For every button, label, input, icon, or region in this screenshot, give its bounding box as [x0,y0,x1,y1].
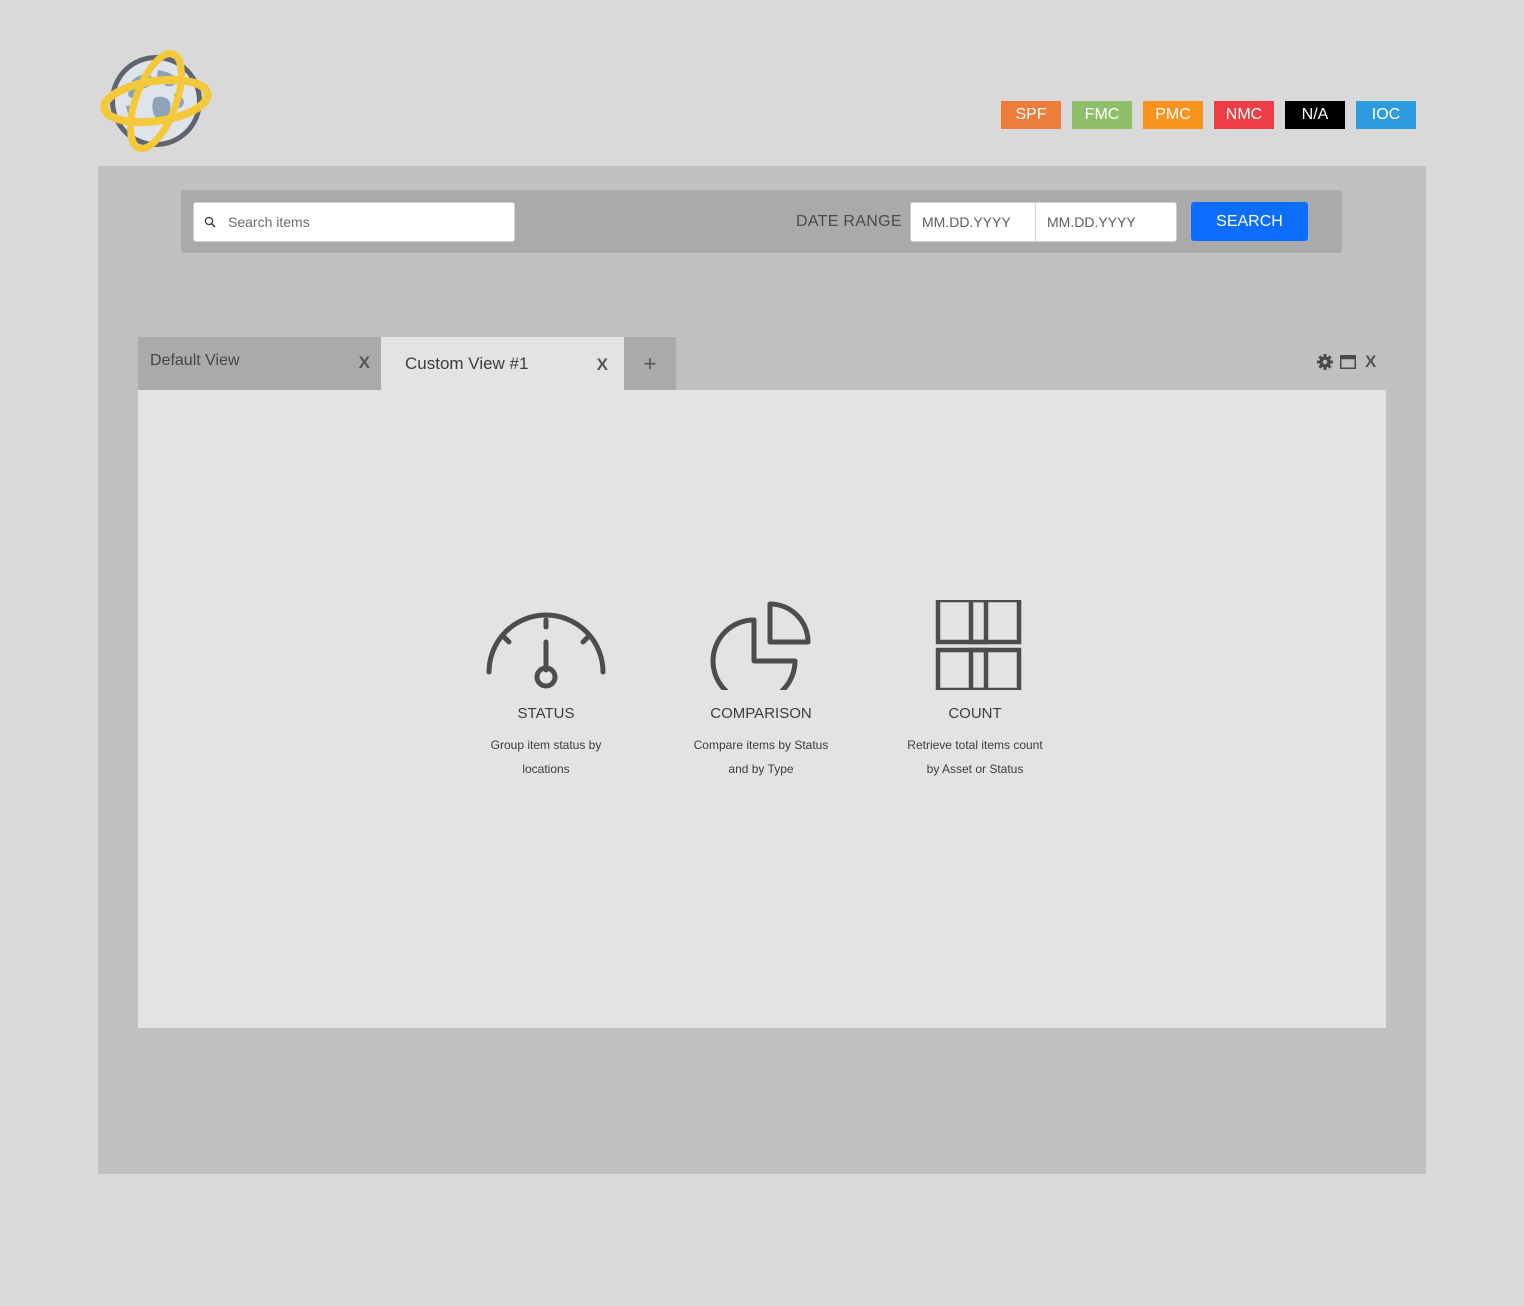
search-bar: DATE RANGE SEARCH [181,190,1342,253]
tab-close-button[interactable]: X [597,355,608,375]
search-button[interactable]: SEARCH [1191,202,1308,241]
widget-description: Compare items by Status and by Type [693,738,829,776]
widget-description: Retrieve total items count by Asset or S… [907,738,1043,776]
add-tab-button[interactable]: + [624,337,676,390]
gear-icon[interactable] [1317,354,1333,370]
date-range-label: DATE RANGE [796,213,902,230]
close-window-button[interactable]: X [1365,352,1376,372]
tab-label: Default View [150,352,240,369]
legend-chip-na: N/A [1285,101,1345,129]
view-tabs: Default View X Custom View #1 X + [138,337,676,390]
date-to-input[interactable] [1036,203,1174,241]
globe-logo [100,48,212,154]
legend-chip-spf: SPF [1001,101,1061,129]
view-content: STATUS Group item status by locations CO… [138,390,1386,1028]
widget-description: Group item status by locations [490,738,602,776]
window-controls: X [1317,352,1376,372]
legend-chip-pmc: PMC [1143,101,1203,129]
widget-status[interactable]: STATUS Group item status by locations [466,600,626,781]
date-from-input[interactable] [911,203,1036,241]
tab-close-button[interactable]: X [359,353,370,373]
date-range-inputs [910,202,1177,242]
status-legend: SPF FMC PMC NMC N/A IOC [1001,101,1416,129]
widget-title: STATUS [517,705,575,722]
widget-comparison[interactable]: COMPARISON Compare items by Status and b… [681,600,841,781]
legend-chip-fmc: FMC [1072,101,1132,129]
legend-chip-nmc: NMC [1214,101,1274,129]
search-icon [204,216,216,228]
tab-label: Custom View #1 [405,354,529,373]
tab-default-view[interactable]: Default View X [138,337,381,390]
tab-custom-view-1[interactable]: Custom View #1 X [381,337,624,390]
gauge-icon [486,612,606,689]
search-input[interactable] [226,213,500,231]
grid-icon [935,597,1022,693]
maximize-icon[interactable] [1340,355,1356,369]
pie-chart-icon [710,601,811,705]
widget-title: COUNT [948,705,1002,722]
widget-count[interactable]: COUNT Retrieve total items count by Asse… [895,597,1055,781]
legend-chip-ioc: IOC [1356,101,1416,129]
search-box[interactable] [193,202,515,242]
widget-title: COMPARISON [710,705,812,722]
main-panel: DATE RANGE SEARCH Default View X Custom … [98,166,1426,1174]
